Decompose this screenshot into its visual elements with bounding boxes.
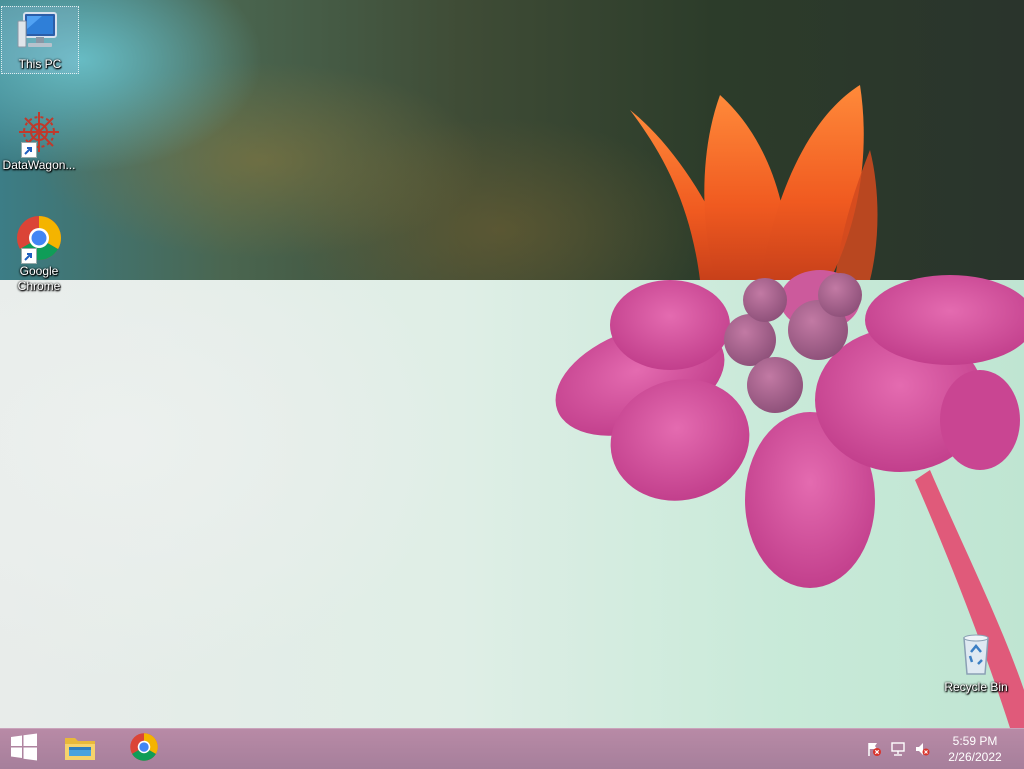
desktop: This PC DataWagon... Google Chrome Recyc… bbox=[0, 0, 1024, 728]
clock-date: 2/26/2022 bbox=[948, 750, 1002, 764]
desktop-icon-label: DataWagon... bbox=[2, 158, 76, 172]
taskbar-clock[interactable]: 5:59 PM 2/26/2022 bbox=[934, 733, 1016, 765]
chrome-icon bbox=[129, 732, 159, 767]
datawagon-icon bbox=[15, 108, 63, 158]
network-icon[interactable] bbox=[886, 729, 910, 769]
desktop-icon-label: This PC bbox=[18, 57, 62, 71]
taskbar-google-chrome[interactable] bbox=[116, 729, 172, 769]
action-center-flag-icon[interactable] bbox=[862, 729, 886, 769]
recycle-bin-icon bbox=[952, 630, 1000, 678]
desktop-icon-recycle-bin[interactable]: Recycle Bin bbox=[938, 630, 1014, 695]
chrome-icon bbox=[15, 214, 63, 264]
computer-icon bbox=[16, 7, 64, 55]
show-desktop-button[interactable] bbox=[1016, 729, 1024, 769]
start-button[interactable] bbox=[0, 729, 48, 769]
folder-icon bbox=[63, 732, 97, 767]
system-tray: 5:59 PM 2/26/2022 bbox=[862, 729, 1024, 769]
clock-time: 5:59 PM bbox=[952, 734, 998, 748]
desktop-icon-label: Google Chrome bbox=[17, 264, 61, 293]
shortcut-arrow-icon bbox=[21, 248, 37, 264]
volume-muted-icon[interactable] bbox=[910, 729, 934, 769]
taskbar: 5:59 PM 2/26/2022 bbox=[0, 728, 1024, 769]
shortcut-arrow-icon bbox=[21, 142, 37, 158]
desktop-icon-google-chrome[interactable]: Google Chrome bbox=[1, 214, 77, 294]
desktop-icon-label: Recycle Bin bbox=[944, 680, 1008, 694]
desktop-icon-this-pc[interactable]: This PC bbox=[1, 6, 79, 74]
wallpaper-flower bbox=[555, 85, 1024, 728]
taskbar-file-explorer[interactable] bbox=[52, 729, 108, 769]
windows-logo-icon bbox=[10, 733, 38, 766]
desktop-icon-datawagon[interactable]: DataWagon... bbox=[1, 108, 77, 173]
